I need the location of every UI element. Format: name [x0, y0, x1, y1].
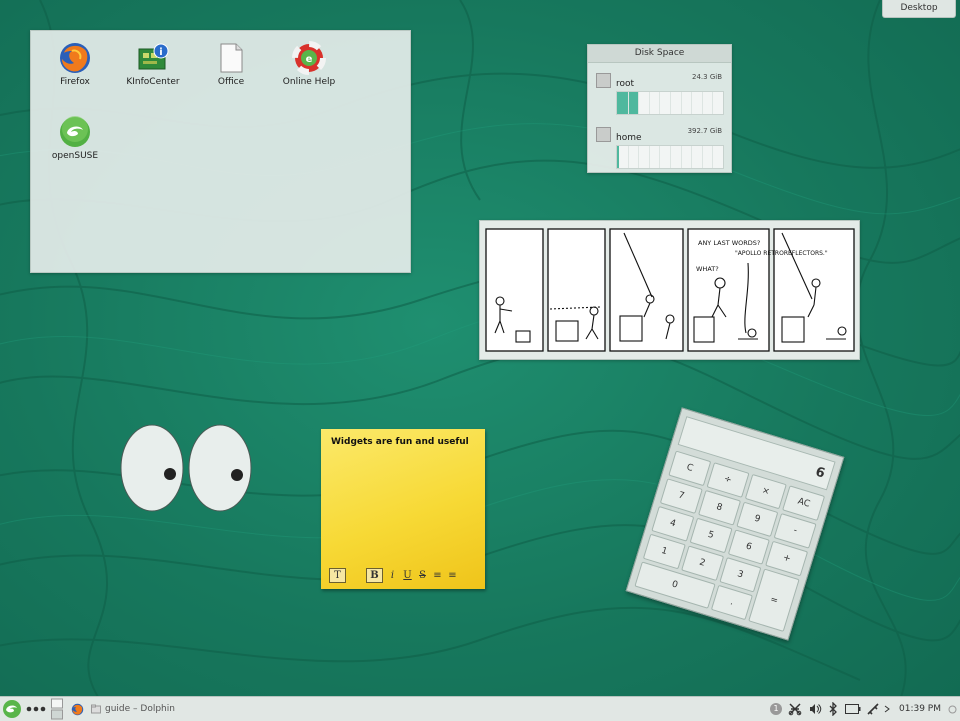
bar-segment-divider — [659, 146, 661, 168]
desktop-icon-office[interactable]: Office — [192, 41, 270, 87]
drive-icon — [596, 127, 611, 142]
disk-name: root — [616, 79, 635, 89]
opensuse-icon — [60, 116, 90, 147]
eye-pupil — [231, 469, 243, 481]
align-center-button[interactable]: ≡ — [432, 569, 443, 582]
bar-segment-divider — [670, 92, 671, 114]
disk-size: 392.7 GiB — [687, 127, 722, 135]
application-launcher-button[interactable] — [1, 697, 23, 721]
disk-space-title: Disk Space — [588, 45, 731, 63]
desktop-icon-kinfocenter[interactable]: i KInfoCenter — [114, 41, 192, 87]
bar-segment-divider — [648, 146, 650, 168]
eyes-widget — [120, 424, 252, 512]
taskbar-panel: guide – Dolphin 1 01:39 PM — [0, 696, 960, 721]
disk-space-widget: Disk Space root 24.3 GiB home 392.7 GiB — [587, 44, 732, 173]
bar-segment-divider — [712, 92, 714, 114]
comic-caption: WHAT? — [696, 265, 719, 273]
office-document-icon — [220, 43, 243, 73]
bar-segment-divider — [648, 92, 650, 114]
volume-icon[interactable] — [807, 697, 823, 721]
firefox-icon — [60, 43, 90, 73]
desktop-icon-label: Office — [217, 77, 245, 87]
disk-entry-home[interactable]: home 392.7 GiB — [596, 127, 724, 169]
kinfocenter-icon: i — [138, 43, 169, 70]
note-theme-button[interactable]: T — [329, 568, 346, 583]
comic-caption: ANY LAST WORDS? — [698, 239, 760, 247]
bar-segment-divider — [670, 146, 671, 168]
strikethrough-button[interactable]: S — [417, 569, 428, 582]
bar-segment-divider — [691, 92, 693, 114]
opensuse-launcher-icon — [3, 700, 21, 718]
folder-view-widget: Firefox i KInfoCenter Office e Online He… — [30, 30, 411, 273]
bar-segment-divider — [680, 146, 682, 168]
disk-size: 24.3 GiB — [692, 73, 722, 81]
virtual-desktop-pager[interactable] — [50, 697, 64, 721]
task-label: guide – Dolphin — [105, 704, 175, 714]
digital-clock[interactable]: 01:39 PM — [896, 697, 944, 721]
bar-segment-divider — [627, 92, 629, 114]
desktop-icon-online-help[interactable]: e Online Help — [270, 41, 348, 87]
notification-count: 1 — [770, 703, 782, 715]
notifications-badge[interactable]: 1 — [769, 697, 783, 721]
disk-usage-bar — [616, 145, 724, 169]
sticky-note-toolbar: T B i U S ≡ ≡ — [329, 568, 458, 583]
tray-expand-arrow-icon[interactable] — [883, 697, 891, 721]
bar-segment-divider — [638, 146, 640, 168]
pager-dots-icon[interactable] — [25, 697, 47, 721]
desktop-icon-opensuse[interactable]: openSUSE — [36, 115, 114, 161]
bar-segment-divider — [659, 92, 661, 114]
comic-strip-image: ANY LAST WORDS? "APOLLO RETROREFLECTORS.… — [485, 228, 855, 352]
sticky-note-text[interactable]: Widgets are fun and useful — [331, 437, 469, 447]
bar-segment-divider — [701, 92, 703, 114]
disk-usage-bar — [616, 91, 724, 115]
panel-toolbox-icon[interactable] — [946, 697, 958, 721]
bar-segment-divider — [638, 92, 640, 114]
help-lifebuoy-icon: e — [292, 41, 326, 75]
svg-text:e: e — [306, 54, 313, 65]
battery-icon[interactable] — [844, 697, 862, 721]
firefox-icon — [71, 703, 83, 715]
disk-entry-root[interactable]: root 24.3 GiB — [596, 73, 724, 115]
desktop-icon-label: openSUSE — [51, 151, 99, 161]
clock-time: 01:39 PM — [899, 704, 941, 714]
bar-segment-divider — [691, 146, 693, 168]
sticky-note-widget[interactable]: Widgets are fun and useful T B i U S ≡ ≡ — [321, 429, 485, 589]
desktop-icon-firefox[interactable]: Firefox — [36, 41, 114, 87]
bar-segment-divider — [712, 146, 714, 168]
svg-text:i: i — [159, 47, 162, 58]
desktop-icon-label: KInfoCenter — [126, 77, 180, 87]
task-dolphin[interactable]: guide – Dolphin — [91, 697, 181, 721]
disk-usage-fill — [617, 146, 620, 168]
italic-button[interactable]: i — [387, 569, 398, 582]
disk-name: home — [616, 133, 642, 143]
desktop-icon-label: Online Help — [282, 77, 336, 87]
comic-strip-widget[interactable]: ANY LAST WORDS? "APOLLO RETROREFLECTORS.… — [479, 220, 860, 360]
align-justify-button[interactable]: ≡ — [447, 569, 458, 582]
firefox-launcher[interactable] — [69, 697, 85, 721]
eye-pupil — [164, 468, 176, 480]
comic-caption: "APOLLO RETROREFLECTORS." — [735, 250, 828, 257]
folder-icon — [91, 704, 101, 714]
clipboard-icon[interactable] — [787, 697, 803, 721]
network-icon[interactable] — [865, 697, 881, 721]
desktop-icon-label: Firefox — [60, 77, 90, 87]
bar-segment-divider — [627, 146, 629, 168]
bluetooth-icon[interactable] — [826, 697, 840, 721]
bar-segment-divider — [680, 92, 682, 114]
bold-button[interactable]: B — [366, 568, 383, 583]
drive-icon — [596, 73, 611, 88]
underline-button[interactable]: U — [402, 569, 413, 582]
desktop-toolbox-button[interactable]: Desktop — [882, 0, 956, 18]
bar-segment-divider — [701, 146, 703, 168]
